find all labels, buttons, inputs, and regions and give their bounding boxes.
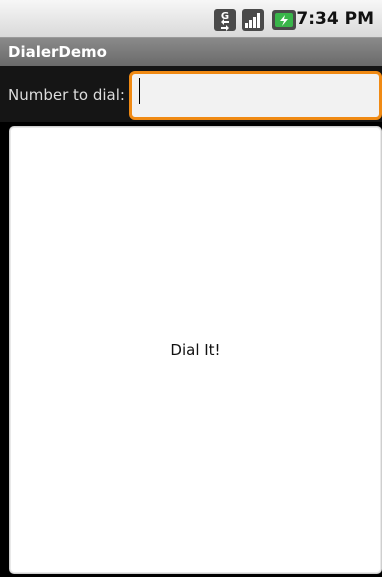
dial-input-row: Number to dial: (0, 66, 382, 122)
number-to-dial-label: Number to dial: (8, 86, 125, 104)
battery-charging-icon (271, 8, 297, 32)
text-cursor (139, 78, 140, 104)
status-bar: G 7:34 PM (0, 0, 382, 38)
network-data-icon: G (213, 8, 237, 32)
dial-button[interactable]: Dial It! (9, 126, 382, 574)
svg-text:G: G (221, 11, 229, 22)
phone-number-input[interactable] (129, 71, 382, 120)
signal-strength-icon (241, 8, 265, 32)
app-title-bar: DialerDemo (0, 38, 382, 66)
app-title: DialerDemo (8, 43, 107, 61)
clock: 7:34 PM (296, 9, 374, 29)
